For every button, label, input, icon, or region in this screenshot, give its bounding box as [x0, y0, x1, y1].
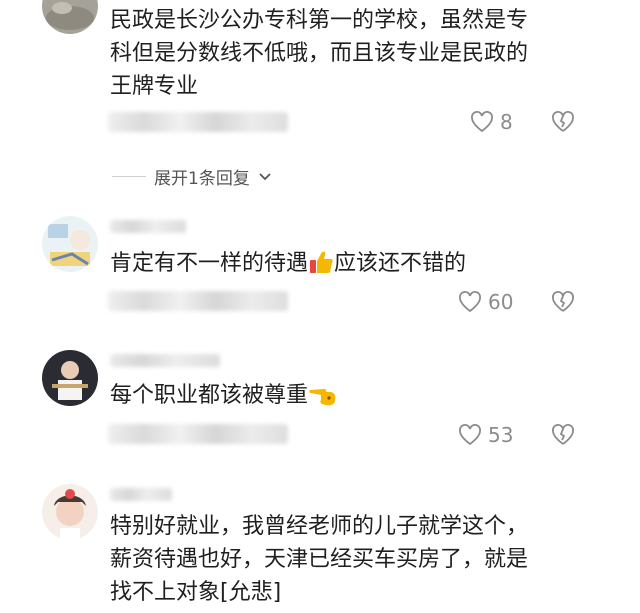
like-button[interactable]: 53	[458, 423, 513, 447]
comment-text: 民政是长沙公办专科第一的学校，虽然是专	[110, 8, 529, 33]
avatar[interactable]	[42, 484, 98, 540]
heart-icon	[459, 424, 481, 446]
comment-text: 每个职业都该被尊重	[110, 379, 338, 412]
username[interactable]	[110, 488, 172, 501]
comment-text: 科但是分数线不低哦，而且该专业是民政的	[110, 41, 529, 66]
broken-heart-icon[interactable]	[550, 290, 576, 314]
comment-text: 找不上对象[允悲]	[110, 580, 282, 605]
comment-text: 肯定有不一样的待遇 应该还不错的	[110, 251, 467, 276]
expand-replies-label: 展开1条回复	[154, 169, 250, 189]
comment-text: 特别好就业，我曾经老师的儿子就学这个，	[110, 514, 529, 539]
username[interactable]	[110, 220, 186, 233]
comment-meta	[108, 424, 288, 444]
avatar[interactable]	[42, 216, 98, 272]
like-count: 53	[488, 423, 514, 447]
broken-heart-icon[interactable]	[550, 110, 576, 134]
chevron-down-icon	[259, 172, 271, 180]
thumbs-up-icon	[310, 251, 333, 273]
avatar[interactable]	[42, 350, 98, 406]
username[interactable]	[110, 354, 220, 367]
pointing-hand-icon	[309, 389, 336, 406]
like-count: 60	[488, 290, 514, 314]
heart-icon	[471, 111, 493, 133]
comment-meta	[108, 112, 288, 132]
like-button[interactable]: 60	[458, 290, 513, 314]
comment-text: 薪资待遇也好，天津已经买车买房了，就是	[110, 547, 529, 572]
like-button[interactable]: 8	[470, 110, 513, 134]
divider	[112, 176, 146, 177]
broken-heart-icon[interactable]	[550, 423, 576, 447]
heart-icon	[459, 291, 481, 313]
avatar[interactable]	[42, 0, 98, 34]
comment-meta	[108, 291, 288, 311]
like-count: 8	[500, 110, 513, 134]
comment-text: 王牌专业	[110, 74, 199, 99]
expand-replies-button[interactable]: 展开1条回复	[112, 164, 272, 189]
